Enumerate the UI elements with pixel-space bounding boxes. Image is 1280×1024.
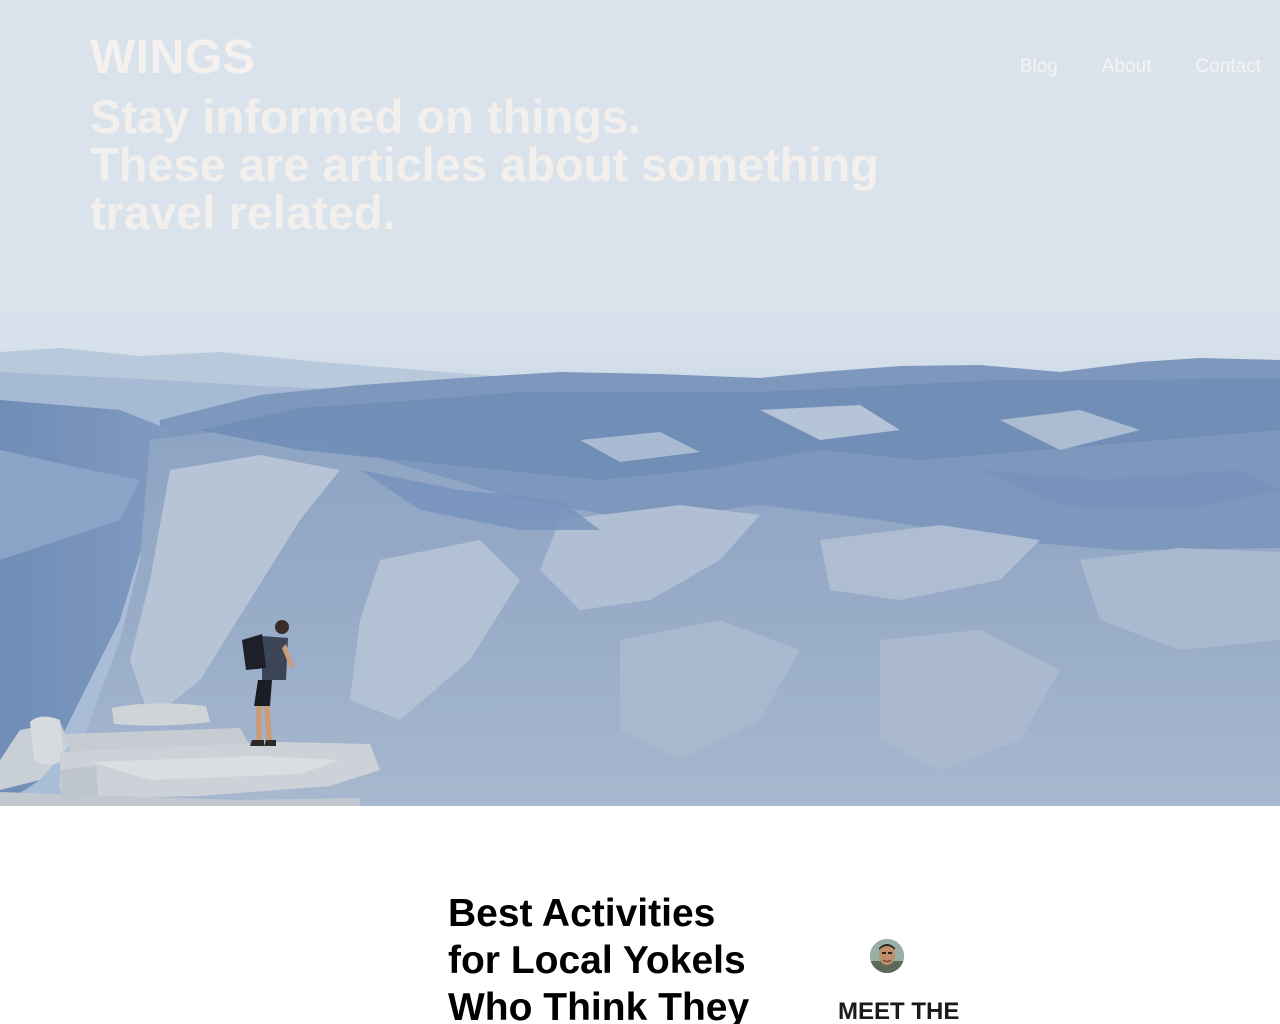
article-title-line: for Local Yokels [448, 939, 746, 982]
site-logo[interactable]: WINGS [90, 30, 255, 86]
hero-tagline: Stay informed on things. These are artic… [90, 93, 910, 237]
article-title-link[interactable]: Best Activities for Local Yokels Who Thi… [448, 890, 778, 1024]
article-title-line: Best Activities [448, 892, 716, 935]
hero-tagline-line: travel related. [90, 186, 396, 239]
nav-link-blog[interactable]: Blog [1020, 54, 1058, 80]
nav-link-contact[interactable]: Contact [1196, 54, 1261, 80]
sidebar-heading: MEET THE [838, 998, 960, 1024]
hero-tagline-line: These are articles about something [90, 138, 879, 191]
main-nav: Blog About Contact [1020, 54, 1261, 80]
article-title-line: Who Think They [448, 986, 750, 1024]
hero-banner: WINGS Blog About Contact Stay informed o… [0, 0, 1280, 806]
author-avatar [870, 939, 904, 973]
author-avatar-image [870, 939, 904, 973]
page: WINGS Blog About Contact Stay informed o… [0, 0, 1280, 1024]
nav-link-about[interactable]: About [1102, 54, 1152, 80]
hero-tagline-line: Stay informed on things. [90, 90, 641, 143]
